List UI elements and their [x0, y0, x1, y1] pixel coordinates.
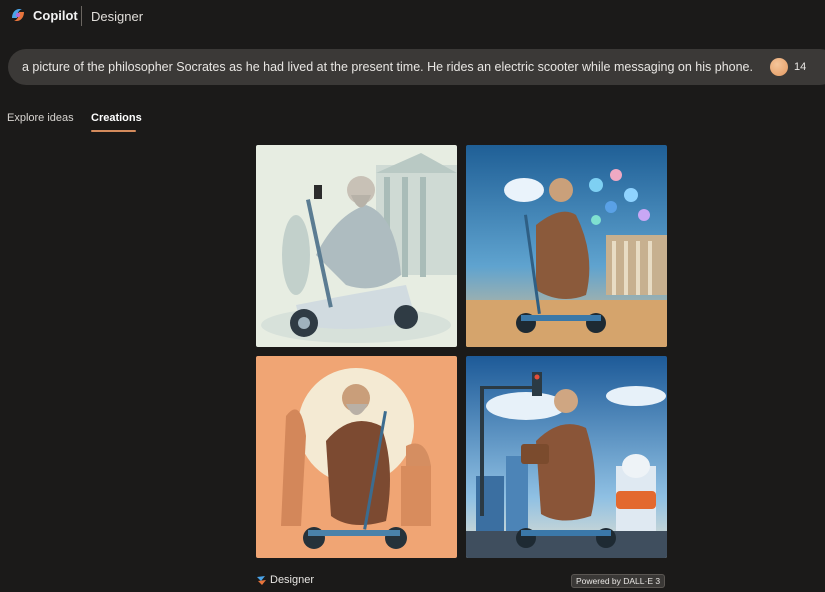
- designer-logo-icon: [257, 575, 266, 585]
- top-bar: Copilot Designer: [0, 0, 825, 34]
- brand-divider: [81, 6, 82, 26]
- designer-footer-brand[interactable]: Designer: [256, 574, 314, 586]
- active-tab-indicator: [91, 130, 136, 132]
- socrates-scooter-image: [466, 145, 667, 347]
- socrates-scooter-image: [256, 356, 457, 558]
- generated-image-3[interactable]: [256, 356, 457, 558]
- generated-image-1[interactable]: [256, 145, 457, 347]
- copilot-brand[interactable]: Copilot: [9, 6, 78, 24]
- image-grid: [256, 145, 668, 558]
- socrates-scooter-image: [256, 145, 457, 347]
- prompt-text: a picture of the philosopher Socrates as…: [22, 60, 753, 74]
- generated-image-2[interactable]: [466, 145, 667, 347]
- tab-creations[interactable]: Creations: [91, 112, 142, 124]
- app-name: Copilot: [33, 7, 78, 23]
- tab-explore-ideas[interactable]: Explore ideas: [7, 112, 74, 124]
- copilot-logo-icon: [12, 9, 24, 21]
- designer-label: Designer: [270, 574, 315, 586]
- generated-image-4[interactable]: [466, 356, 667, 558]
- boost-coin-icon: [770, 58, 788, 76]
- powered-by-dalle-badge: Powered by DALL·E 3: [571, 574, 666, 588]
- product-name[interactable]: Designer: [91, 9, 143, 24]
- prompt-bar[interactable]: a picture of the philosopher Socrates as…: [8, 49, 825, 85]
- socrates-scooter-image: [466, 356, 667, 558]
- boost-count: 14: [794, 61, 807, 73]
